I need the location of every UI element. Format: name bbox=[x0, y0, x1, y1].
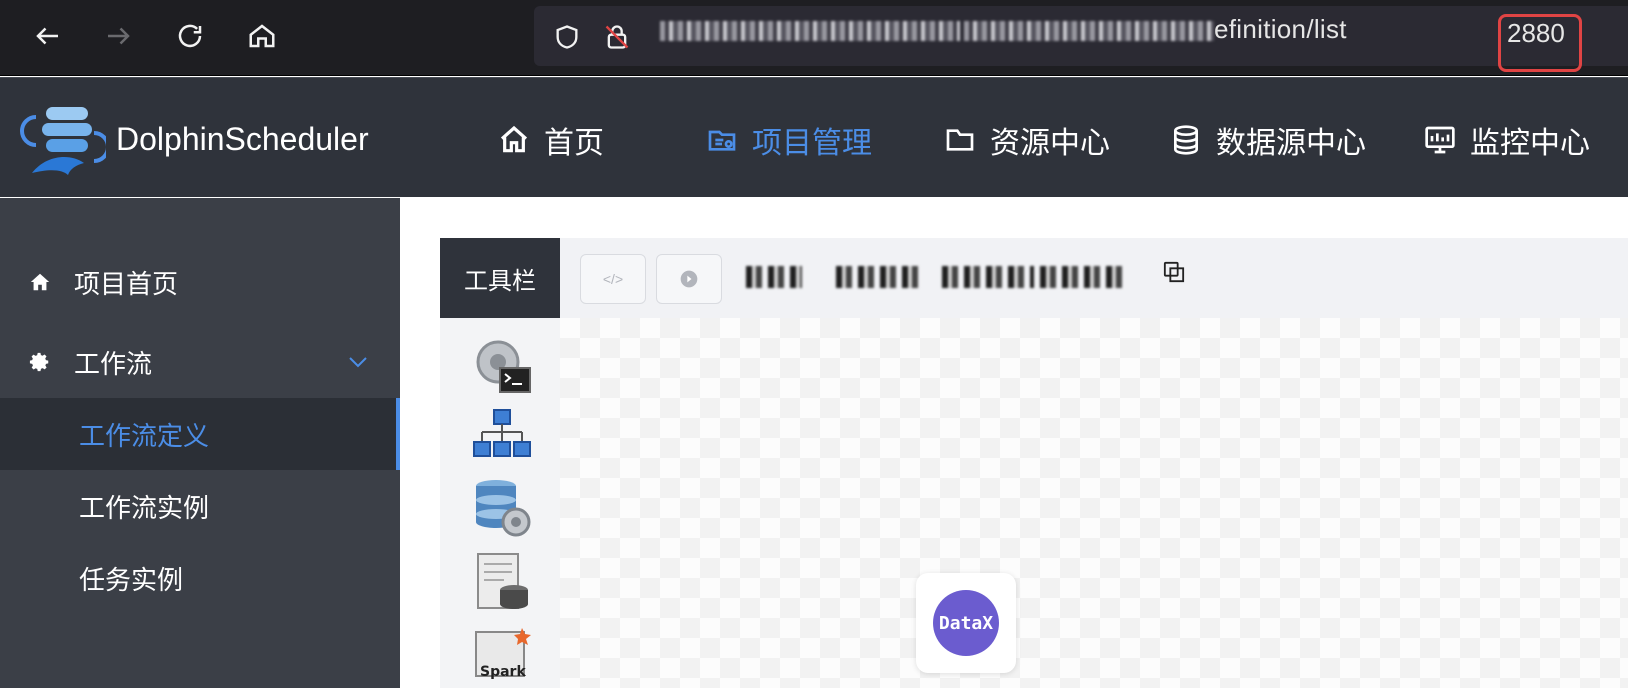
home-icon bbox=[494, 122, 534, 158]
run-button[interactable] bbox=[656, 254, 722, 304]
brand-name[interactable]: DolphinScheduler bbox=[116, 121, 369, 158]
home-icon bbox=[28, 270, 52, 294]
dolphin-logo-icon[interactable] bbox=[18, 103, 106, 181]
sidebar-item-workflow[interactable]: 工作流 bbox=[0, 326, 400, 398]
copy-icon[interactable] bbox=[1163, 261, 1185, 283]
nav-datasource-center[interactable]: 数据源中心 bbox=[1166, 118, 1366, 162]
task-palette: Spark bbox=[440, 318, 560, 688]
monitor-icon bbox=[1420, 122, 1460, 158]
shield-icon[interactable] bbox=[552, 22, 582, 52]
spark-icon[interactable]: Spark bbox=[470, 624, 534, 688]
sidebar-item-workflow-definition[interactable]: 工作流定义 bbox=[0, 398, 400, 470]
nav-project-management[interactable]: 项目管理 bbox=[702, 118, 872, 162]
editor-toolbar: </> bbox=[560, 238, 1628, 318]
play-circle-icon bbox=[680, 270, 698, 288]
nav-monitor-label: 监控中心 bbox=[1470, 127, 1590, 160]
sidebar-sub-label: 工作流定义 bbox=[79, 420, 210, 451]
arrow-left-icon bbox=[36, 27, 58, 45]
database-icon bbox=[1166, 122, 1206, 158]
nav-datasource-label: 数据源中心 bbox=[1216, 127, 1366, 160]
nav-home-label: 首页 bbox=[544, 127, 604, 160]
url-path: efinition/list bbox=[1214, 14, 1347, 44]
arrow-right-icon bbox=[108, 27, 130, 45]
nav-monitor-center[interactable]: 监控中心 bbox=[1420, 118, 1590, 162]
folder-icon bbox=[940, 122, 980, 158]
shell-task-icon[interactable] bbox=[470, 334, 534, 398]
gear-icon bbox=[28, 350, 52, 374]
app-header: DolphinScheduler 首页 项目管理 资源中心 数据源中心 监控中心 bbox=[0, 77, 1628, 197]
url-id: 2880 bbox=[1507, 18, 1565, 48]
workflow-name-redacted bbox=[836, 266, 920, 288]
back-button[interactable] bbox=[26, 14, 70, 58]
nav-home[interactable]: 首页 bbox=[494, 118, 604, 162]
nav-project-label: 项目管理 bbox=[752, 127, 872, 160]
sql-icon[interactable] bbox=[470, 550, 534, 614]
reload-button[interactable] bbox=[168, 14, 212, 58]
sidebar: 项目首页 工作流 工作流定义 工作流实例 任务实例 bbox=[0, 198, 400, 688]
sidebar-item-label: 项目首页 bbox=[74, 268, 179, 299]
workflow-canvas[interactable] bbox=[560, 318, 1628, 688]
project-icon bbox=[702, 122, 742, 158]
chevron-down-icon[interactable] bbox=[346, 350, 370, 374]
nav-resource-label: 资源中心 bbox=[990, 127, 1110, 160]
home-button[interactable] bbox=[240, 14, 284, 58]
sidebar-item-label: 工作流 bbox=[74, 348, 153, 379]
datax-task-node[interactable]: DataX bbox=[916, 573, 1016, 673]
url-redacted bbox=[964, 21, 1214, 42]
procedure-icon[interactable] bbox=[470, 476, 534, 540]
code-view-button[interactable]: </> bbox=[580, 254, 646, 304]
url-text: efinition/list bbox=[660, 14, 1347, 45]
sidebar-item-task-instance[interactable]: 任务实例 bbox=[0, 542, 400, 614]
toolbar-label: 工具栏 bbox=[440, 238, 560, 318]
reload-icon bbox=[178, 24, 202, 48]
workflow-name-redacted bbox=[1040, 266, 1122, 288]
browser-toolbar: efinition/list 2880 bbox=[0, 0, 1628, 76]
workflow-name-redacted bbox=[746, 266, 802, 288]
forward-button[interactable] bbox=[96, 14, 140, 58]
url-redacted bbox=[660, 21, 960, 42]
nav-resource-center[interactable]: 资源中心 bbox=[940, 118, 1110, 162]
insecure-lock-icon[interactable] bbox=[602, 22, 632, 52]
code-icon: </> bbox=[602, 271, 624, 287]
sidebar-item-project-home[interactable]: 项目首页 bbox=[0, 246, 400, 318]
svg-text:Spark: Spark bbox=[480, 664, 526, 680]
sub-process-icon[interactable] bbox=[470, 406, 534, 470]
sidebar-sub-label: 任务实例 bbox=[79, 564, 184, 595]
sidebar-sub-label: 工作流实例 bbox=[79, 492, 210, 523]
home-icon bbox=[249, 24, 275, 48]
datax-node-icon: DataX bbox=[933, 590, 999, 656]
workflow-name-redacted bbox=[942, 266, 1034, 288]
sidebar-item-workflow-instance[interactable]: 工作流实例 bbox=[0, 470, 400, 542]
